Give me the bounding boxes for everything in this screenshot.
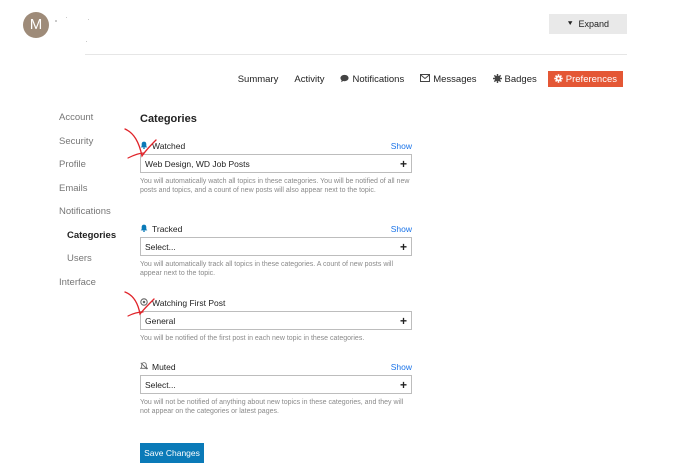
user-title-redacted — [86, 41, 87, 42]
preferences-sidenav: Account Security Profile Emails Notifica… — [59, 112, 116, 300]
tab-badges[interactable]: Badges — [485, 71, 545, 87]
sidenav-item-notifications[interactable]: Notifications — [59, 206, 116, 230]
tab-preferences[interactable]: Preferences — [547, 71, 623, 87]
watching-first-post-value: General — [145, 315, 176, 326]
tracked-label: Tracked — [152, 224, 183, 234]
envelope-icon — [420, 74, 431, 84]
tab-summary[interactable]: Summary — [230, 71, 287, 87]
bell-icon — [140, 141, 148, 151]
muted-show-link[interactable]: Show — [391, 362, 412, 372]
plus-icon[interactable]: + — [400, 158, 407, 170]
tab-messages[interactable]: Messages — [412, 71, 484, 87]
watched-categories-value: Web Design, WD Job Posts — [145, 158, 250, 169]
sidenav-item-account[interactable]: Account — [59, 112, 116, 136]
tab-label: Badges — [504, 73, 537, 85]
gear-icon — [554, 73, 563, 85]
watching-first-post-selector[interactable]: General + — [140, 311, 412, 330]
expand-button[interactable]: ⯆ Expand — [549, 14, 627, 34]
muted-bell-icon — [139, 362, 149, 372]
username-redacted — [88, 19, 89, 20]
muted-section: Muted Show Select... + You will not be n… — [139, 361, 412, 417]
muted-category-selector[interactable]: Select... + — [140, 375, 412, 394]
sidenav-item-security[interactable]: Security — [59, 136, 116, 160]
save-changes-button[interactable]: Save Changes — [140, 443, 204, 463]
plus-icon[interactable]: + — [400, 379, 407, 391]
muted-label: Muted — [152, 362, 176, 372]
tracked-categories-value: Select... — [145, 241, 176, 252]
watched-show-link[interactable]: Show — [391, 141, 412, 151]
avatar[interactable]: M — [23, 12, 49, 38]
tab-label: Messages — [433, 73, 477, 85]
watched-category-selector[interactable]: Web Design, WD Job Posts + — [140, 154, 412, 173]
muted-categories-value: Select... — [145, 379, 176, 390]
collapse-expand-chevrons-icon: ⯆ — [567, 19, 574, 28]
tracked-show-link[interactable]: Show — [391, 224, 412, 234]
tab-label: Notifications — [352, 73, 405, 85]
tracked-section: Tracked Show Select... + You will automa… — [140, 223, 412, 279]
header-divider — [85, 54, 627, 55]
watched-help-text: You will automatically watch all topics … — [140, 178, 410, 195]
watched-section: Watched Show Web Design, WD Job Posts + … — [140, 140, 412, 196]
profile-tabs: Summary Activity Notifications Messages … — [230, 71, 623, 87]
sidenav-item-emails[interactable]: Emails — [59, 183, 116, 207]
tab-label: Preferences — [565, 73, 617, 85]
dot-circle-icon — [140, 298, 148, 308]
watching-first-post-label: Watching First Post — [152, 298, 226, 308]
expand-label: Expand — [578, 19, 609, 29]
tab-label: Activity — [294, 73, 325, 85]
badge-gear-icon — [492, 73, 502, 85]
muted-help-text: You will not be notified of anything abo… — [140, 399, 404, 416]
watching-first-post-section: Watching First Post General + You will b… — [140, 297, 412, 343]
watching-first-post-help-text: You will be notified of the first post i… — [140, 335, 365, 342]
categories-preferences: Categories Watched Show Web Design, WD J… — [139, 113, 412, 415]
sidenav-item-profile[interactable]: Profile — [59, 159, 116, 183]
tab-notifications[interactable]: Notifications — [332, 71, 412, 87]
sidenav-item-categories[interactable]: Categories — [59, 230, 116, 254]
username-redacted — [66, 17, 67, 18]
speech-bubble-icon — [340, 74, 350, 85]
bell-icon — [140, 224, 148, 234]
watched-label: Watched — [152, 141, 186, 151]
plus-icon[interactable]: + — [400, 315, 407, 327]
tab-label: Summary — [237, 73, 279, 85]
tab-activity[interactable]: Activity — [286, 71, 332, 87]
page-title: Categories — [140, 113, 197, 125]
sidenav-item-users[interactable]: Users — [59, 253, 116, 277]
plus-icon[interactable]: + — [400, 241, 407, 253]
sidenav-item-interface[interactable]: Interface — [59, 277, 116, 301]
tracked-help-text: You will automatically track all topics … — [140, 261, 394, 278]
tracked-category-selector[interactable]: Select... + — [140, 237, 412, 256]
username-redacted — [55, 20, 57, 22]
